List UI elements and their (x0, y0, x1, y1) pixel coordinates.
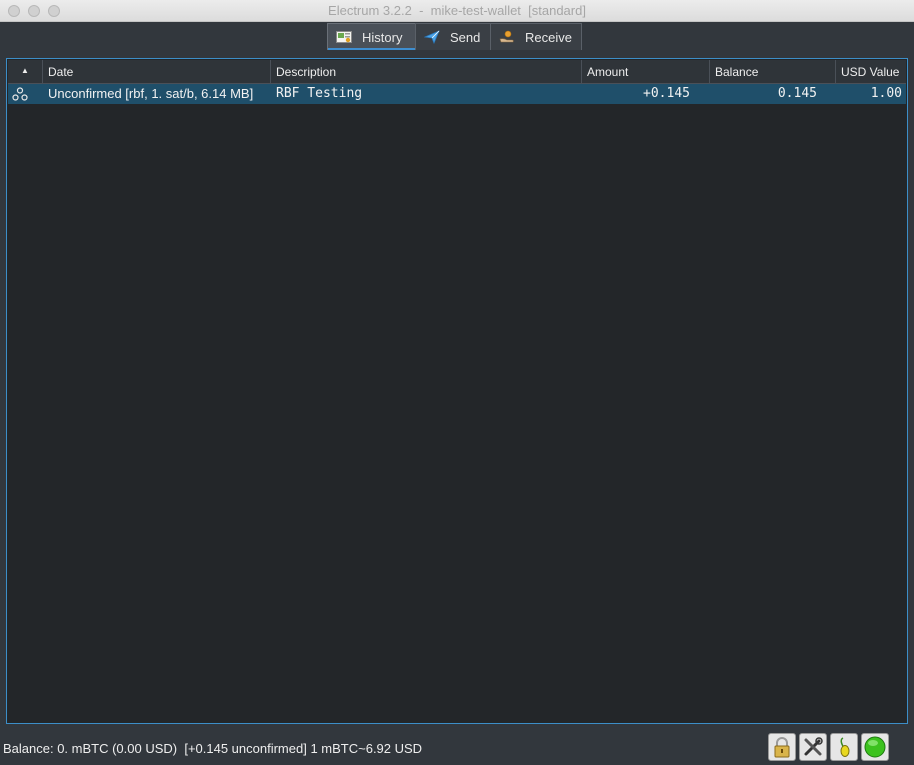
table-row[interactable]: Unconfirmed [rbf, 1. sat/b, 6.14 MB] RBF… (8, 84, 906, 104)
tab-receive[interactable]: Receive (490, 23, 582, 50)
preferences-button[interactable] (799, 733, 827, 761)
balance-status: Balance: 0. mBTC (0.00 USD) [+0.145 unco… (3, 741, 423, 756)
seed-icon (840, 737, 850, 757)
row-date: Unconfirmed [rbf, 1. sat/b, 6.14 MB] (48, 86, 254, 101)
row-amount: +0.145 (643, 86, 690, 101)
tab-send-label: Send (450, 29, 481, 45)
tab-history-label: History (362, 29, 403, 45)
sort-column-header[interactable]: ▲ (8, 60, 43, 83)
tab-send[interactable]: Send (415, 23, 491, 50)
history-table[interactable]: ▲ Date Description Amount Balance USD Va… (6, 58, 908, 724)
tab-bar: History Send Receive (327, 23, 582, 51)
column-header-date[interactable]: Date (43, 60, 271, 83)
receive-icon (499, 30, 515, 44)
seed-button[interactable] (830, 733, 858, 761)
row-balance: 0.145 (777, 86, 817, 101)
window-title: Electrum 3.2.2 - mike-test-wallet [stand… (328, 3, 586, 18)
column-header-balance[interactable]: Balance (710, 60, 836, 83)
tools-icon (804, 737, 823, 756)
column-header-amount[interactable]: Amount (582, 60, 710, 83)
unconfirmed-icon (12, 84, 36, 104)
column-header-description[interactable]: Description (271, 60, 582, 83)
tab-history[interactable]: History (327, 23, 416, 50)
title-bar: Electrum 3.2.2 - mike-test-wallet [stand… (0, 0, 914, 22)
row-usd-value: 1.00 (870, 86, 902, 101)
row-description: RBF Testing (276, 86, 363, 101)
column-header-usd-value[interactable]: USD Value (836, 60, 906, 83)
lock-icon (774, 737, 790, 758)
lock-button[interactable] (768, 733, 796, 761)
send-icon (423, 30, 440, 45)
table-header: ▲ Date Description Amount Balance USD Va… (8, 60, 906, 84)
network-status-icon (864, 736, 886, 758)
history-icon (336, 30, 352, 44)
status-bar: Balance: 0. mBTC (0.00 USD) [+0.145 unco… (0, 731, 914, 765)
tab-receive-label: Receive (525, 29, 572, 45)
network-button[interactable] (861, 733, 889, 761)
